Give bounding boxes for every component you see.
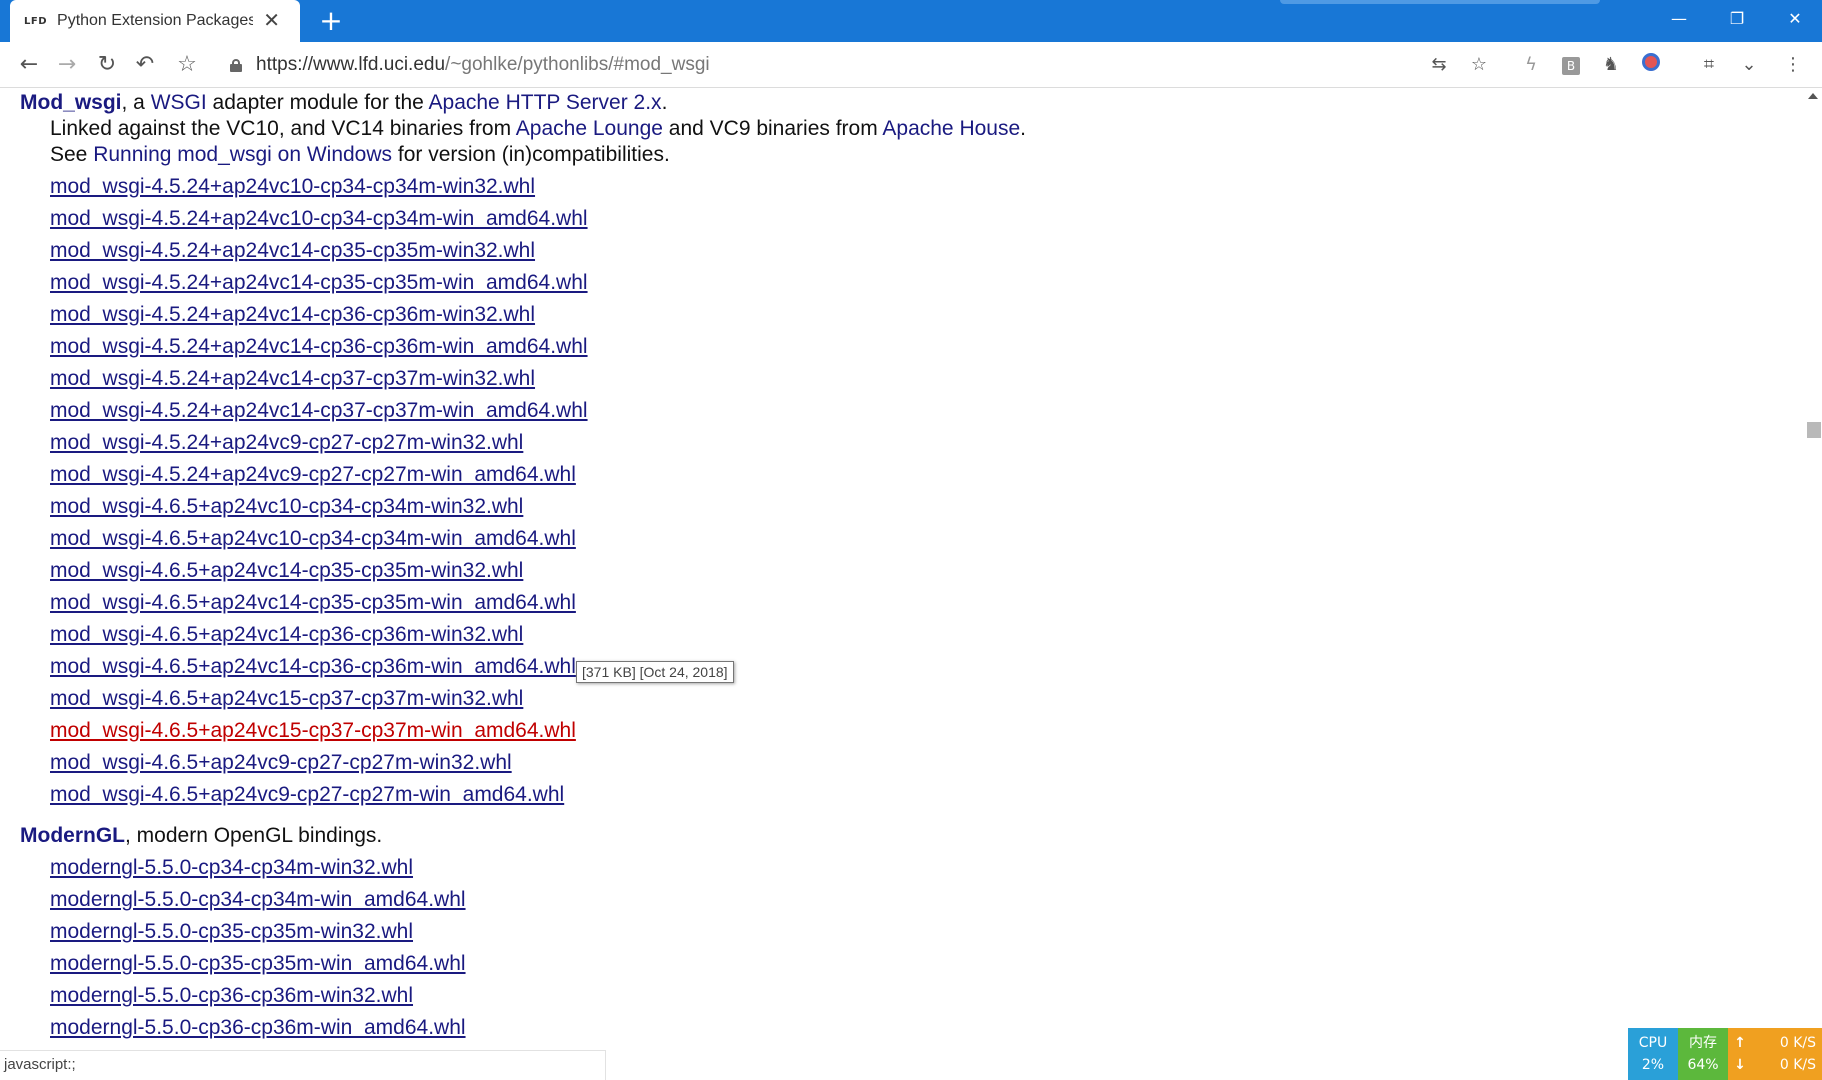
wheel-file-link[interactable]: mod_wsgi-4.5.24+ap24vc10-cp34-cp34m-win3… (50, 174, 535, 200)
cpu-label: CPU (1638, 1035, 1668, 1051)
wsgi-link[interactable]: WSGI (151, 91, 207, 114)
url-host: https://www.lfd.uci.edu (256, 54, 446, 75)
wheel-file-link[interactable]: mod_wsgi-4.5.24+ap24vc14-cp37-cp37m-win_… (50, 398, 588, 424)
moderngl-heading: ModernGL, modern OpenGL bindings. (20, 823, 382, 849)
wheel-file-link[interactable]: mod_wsgi-4.5.24+ap24vc10-cp34-cp34m-win_… (50, 206, 588, 232)
memory-usage: 内存 64% (1678, 1028, 1728, 1080)
mod-wsgi-heading: Mod_wsgi, a WSGI adapter module for the … (20, 90, 667, 116)
wheel-file-link[interactable]: mod_wsgi-4.5.24+ap24vc9-cp27-cp27m-win_a… (50, 462, 576, 488)
wheel-file-link[interactable]: mod_wsgi-4.6.5+ap24vc14-cp36-cp36m-win32… (50, 622, 523, 648)
mod-wsgi-anchor[interactable]: Mod_wsgi (20, 91, 122, 114)
browser-toolbar: ← → ↻ ↶ ☆ https://www.lfd.uci.edu/~gohlk… (0, 42, 1822, 88)
scroll-up-arrow-icon[interactable] (1808, 93, 1818, 99)
intro-text: , a (121, 91, 151, 114)
moderngl-anchor[interactable]: ModernGL (20, 824, 125, 847)
intro-text: . (661, 91, 668, 114)
crop-icon[interactable]: ⌗ (1696, 53, 1722, 77)
wheel-file-link[interactable]: mod_wsgi-4.5.24+ap24vc14-cp37-cp37m-win3… (50, 366, 535, 392)
upload-speed: 0 K/S (1779, 1035, 1816, 1051)
memory-value: 64% (1687, 1057, 1719, 1073)
double-chevron-down-icon[interactable]: ⌄ (1736, 53, 1762, 77)
upload-arrow-icon: ↑ (1734, 1035, 1746, 1051)
cpu-value: 2% (1641, 1057, 1665, 1073)
apache-house-link[interactable]: Apache House (882, 117, 1020, 140)
file-info-tooltip: [371 KB] [Oct 24, 2018] (576, 661, 734, 683)
see-running-line: See Running mod_wsgi on Windows for vers… (50, 142, 670, 168)
link-status-bubble: javascript:; (0, 1050, 606, 1080)
lightning-icon[interactable]: ϟ (1518, 53, 1544, 77)
minimize-icon[interactable]: — (1654, 0, 1704, 38)
network-speed: 0 K/S 0 K/S (1752, 1028, 1822, 1080)
window-close-icon[interactable]: ✕ (1770, 0, 1820, 38)
restore-icon[interactable]: ❐ (1712, 0, 1762, 38)
wheel-file-link[interactable]: mod_wsgi-4.6.5+ap24vc14-cp35-cp35m-win_a… (50, 590, 576, 616)
wheel-file-link[interactable]: moderngl-5.5.0-cp34-cp34m-win32.whl (50, 855, 413, 881)
hovered-wheel-file-link[interactable]: mod_wsgi-4.6.5+ap24vc15-cp37-cp37m-win_a… (50, 718, 576, 744)
wheel-file-link[interactable]: mod_wsgi-4.6.5+ap24vc14-cp35-cp35m-win32… (50, 558, 523, 584)
wheel-file-link[interactable]: mod_wsgi-4.6.5+ap24vc14-cp36-cp36m-win_a… (50, 654, 576, 680)
titlebar-highlight (1280, 0, 1600, 4)
browser-tab[interactable]: LFD Python Extension Packages ✕ (10, 0, 300, 42)
apache-lounge-link[interactable]: Apache Lounge (516, 117, 663, 140)
lock-icon[interactable] (230, 59, 242, 72)
browser-titlebar: LFD Python Extension Packages ✕ + — ❐ ✕ (0, 0, 1822, 42)
system-monitor-widget: CPU 2% 内存 64% ↑ ↓ 0 K/S 0 K/S (1628, 1028, 1822, 1080)
cpu-usage: CPU 2% (1628, 1028, 1678, 1080)
intro-text: adapter module for the (206, 91, 429, 114)
wheel-file-link[interactable]: mod_wsgi-4.5.24+ap24vc14-cp35-cp35m-win_… (50, 270, 588, 296)
desc-text: . (1020, 117, 1026, 140)
wheel-file-link[interactable]: mod_wsgi-4.6.5+ap24vc15-cp37-cp37m-win32… (50, 686, 523, 712)
moderngl-desc: , modern OpenGL bindings. (125, 824, 383, 847)
desc-text: Linked against the VC10, and VC14 binari… (50, 117, 516, 140)
forward-arrow-icon[interactable]: → (52, 51, 82, 79)
close-tab-icon[interactable]: ✕ (263, 8, 280, 32)
download-arrow-icon: ↓ (1734, 1057, 1746, 1073)
apache-http-server-link[interactable]: Apache HTTP Server 2.x (429, 91, 662, 114)
desc-text: See (50, 143, 94, 166)
address-bar[interactable]: https://www.lfd.uci.edu/~gohlke/pythonli… (256, 52, 710, 78)
site-favicon: LFD (24, 15, 48, 27)
face-icon[interactable] (1638, 53, 1664, 77)
wheel-file-link[interactable]: moderngl-5.5.0-cp36-cp36m-win_amd64.whl (50, 1015, 466, 1041)
linked-against-line: Linked against the VC10, and VC14 binari… (50, 116, 1026, 142)
running-mod-wsgi-link[interactable]: Running mod_wsgi on Windows (93, 143, 392, 166)
desc-text: for version (in)compatibilities. (392, 143, 670, 166)
url-path: /~gohlke/pythonlibs/#mod_wsgi (445, 54, 710, 75)
page-content: Mod_wsgi, a WSGI adapter module for the … (0, 89, 1804, 1049)
wheel-file-link[interactable]: mod_wsgi-4.5.24+ap24vc9-cp27-cp27m-win32… (50, 430, 523, 456)
scrollbar-thumb[interactable] (1807, 422, 1821, 438)
wheel-file-link[interactable]: mod_wsgi-4.5.24+ap24vc14-cp35-cp35m-win3… (50, 238, 535, 264)
back-arrow-icon[interactable]: ← (14, 51, 44, 79)
wheel-file-link[interactable]: moderngl-5.5.0-cp36-cp36m-win32.whl (50, 983, 413, 1009)
wheel-file-link[interactable]: mod_wsgi-4.6.5+ap24vc10-cp34-cp34m-win32… (50, 494, 523, 520)
wheel-file-link[interactable]: mod_wsgi-4.5.24+ap24vc14-cp36-cp36m-win_… (50, 334, 588, 360)
undo-icon[interactable]: ↶ (130, 51, 160, 79)
new-tab-button[interactable]: + (316, 6, 346, 36)
tab-title: Python Extension Packages (57, 12, 254, 29)
desc-text: and VC9 binaries from (662, 117, 883, 140)
wheel-file-link[interactable]: moderngl-5.5.0-cp35-cp35m-win_amd64.whl (50, 951, 466, 977)
bookmark-page-star-icon[interactable]: ☆ (1466, 53, 1492, 77)
reload-icon[interactable]: ↻ (92, 51, 122, 79)
b-extension-icon[interactable]: B (1558, 53, 1584, 77)
network-arrows: ↑ ↓ (1728, 1028, 1752, 1080)
vertical-scrollbar[interactable] (1804, 89, 1822, 1049)
download-speed: 0 K/S (1779, 1057, 1816, 1073)
translate-icon[interactable]: ⇆ (1426, 53, 1452, 77)
wheel-file-link[interactable]: mod_wsgi-4.6.5+ap24vc9-cp27-cp27m-win_am… (50, 782, 564, 808)
wheel-file-link[interactable]: mod_wsgi-4.6.5+ap24vc10-cp34-cp34m-win_a… (50, 526, 576, 552)
ninja-icon[interactable]: ♞ (1598, 53, 1624, 77)
kebab-menu-icon[interactable]: ⋮ (1780, 53, 1806, 77)
star-icon[interactable]: ☆ (172, 51, 202, 79)
wheel-file-link[interactable]: mod_wsgi-4.6.5+ap24vc9-cp27-cp27m-win32.… (50, 750, 512, 776)
wheel-file-link[interactable]: moderngl-5.5.0-cp35-cp35m-win32.whl (50, 919, 413, 945)
wheel-file-link[interactable]: moderngl-5.5.0-cp34-cp34m-win_amd64.whl (50, 887, 466, 913)
memory-label: 内存 (1689, 1035, 1717, 1051)
wheel-file-link[interactable]: mod_wsgi-4.5.24+ap24vc14-cp36-cp36m-win3… (50, 302, 535, 328)
